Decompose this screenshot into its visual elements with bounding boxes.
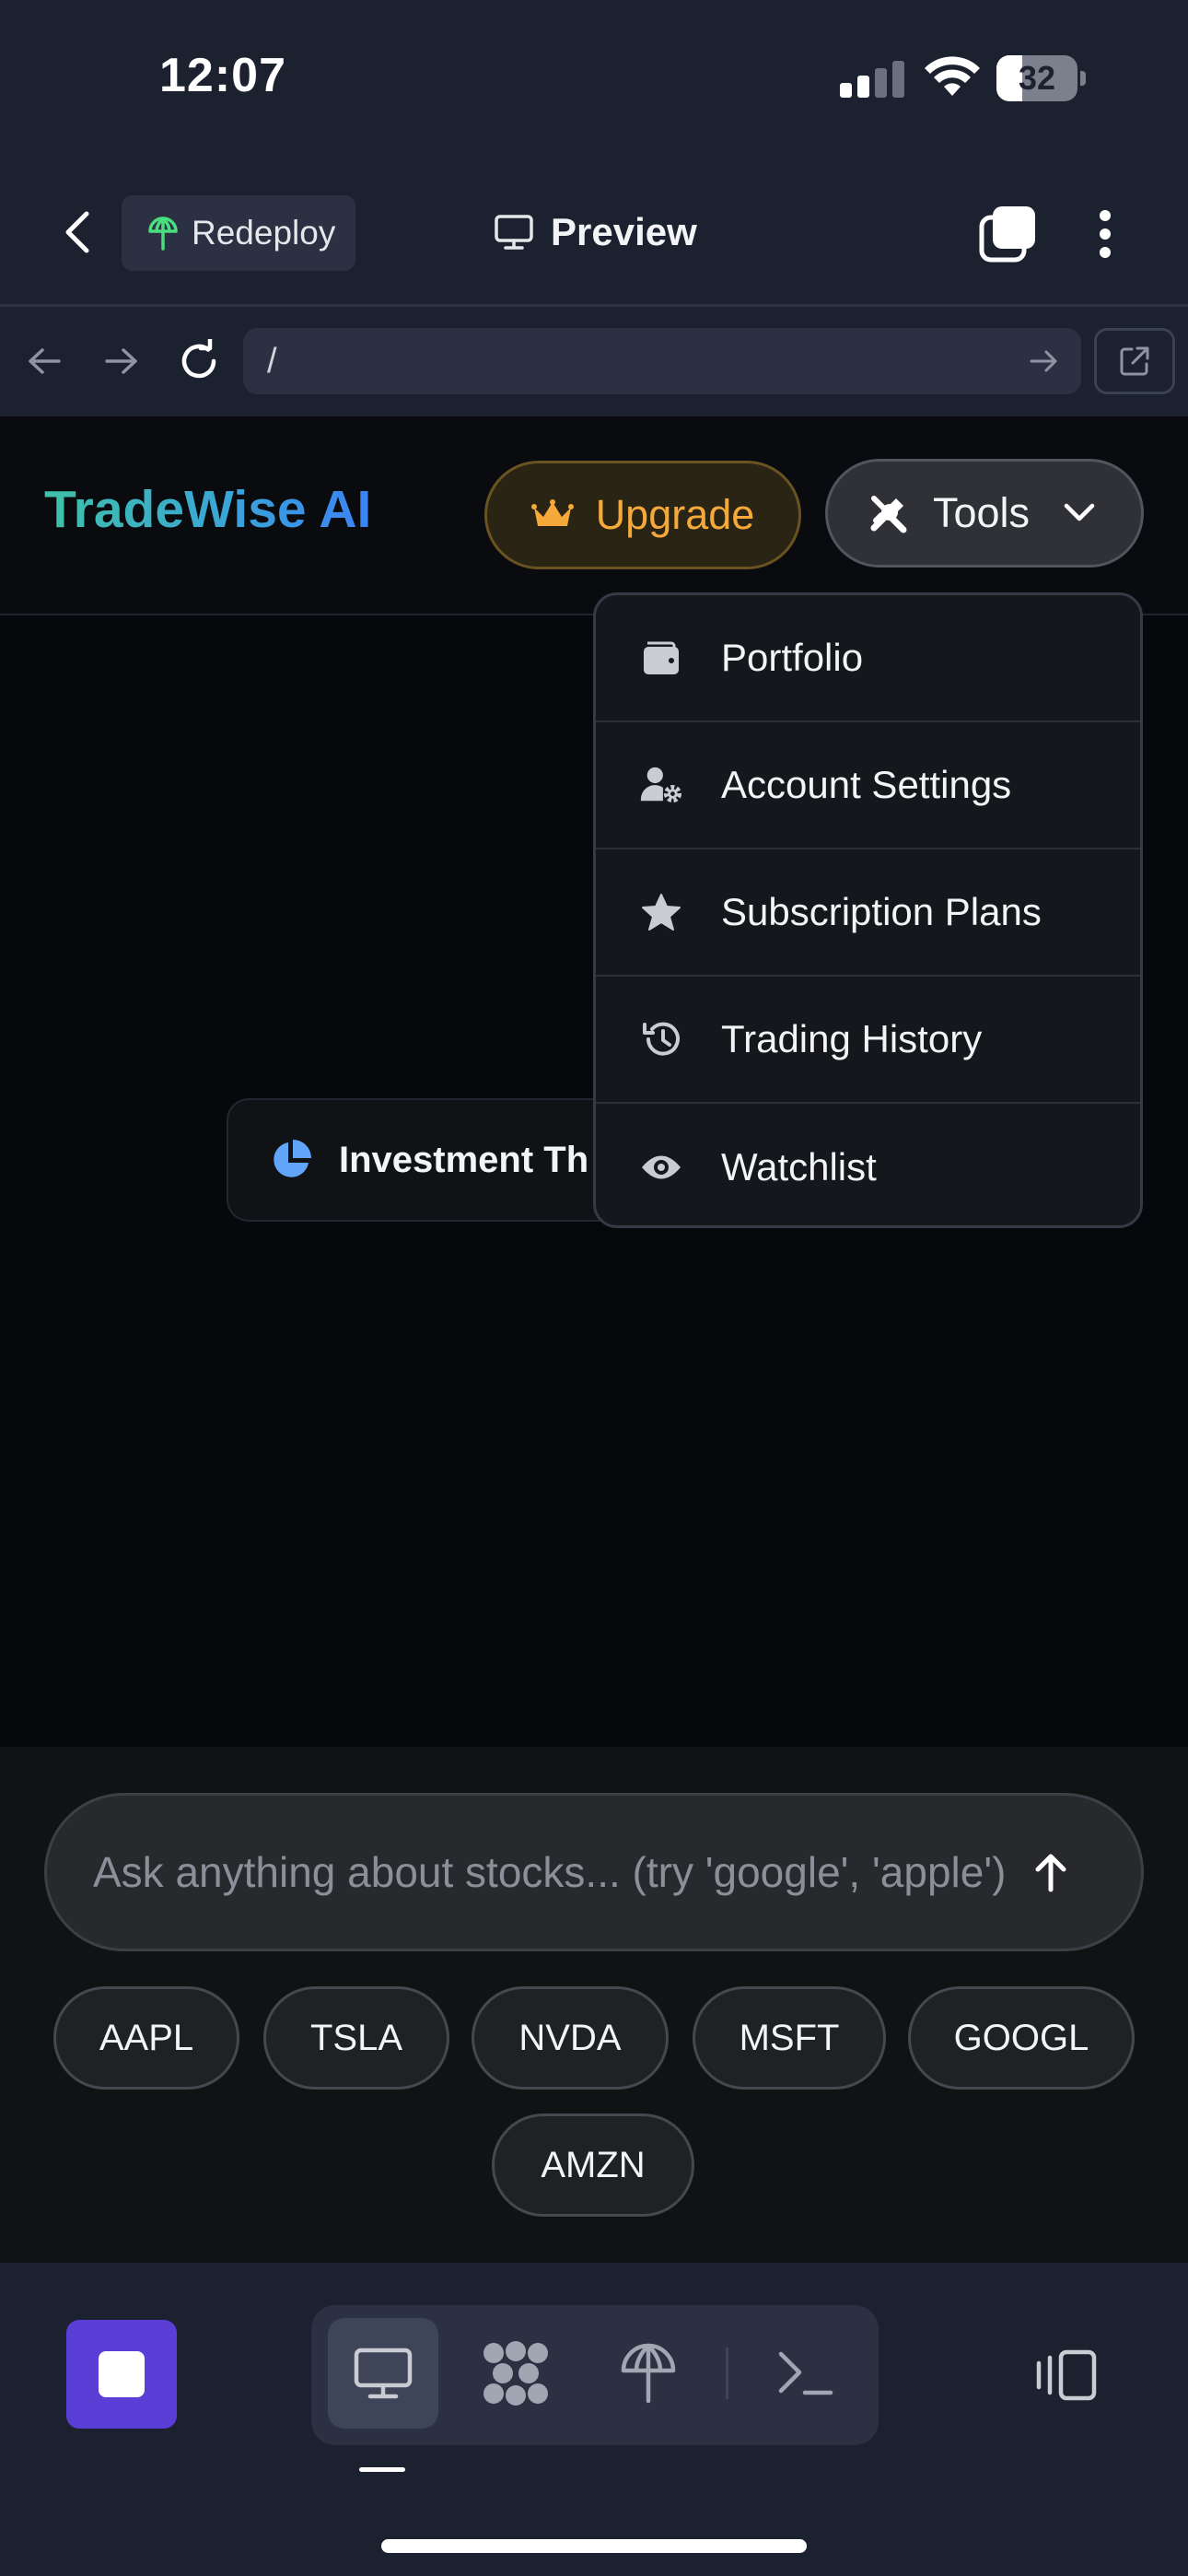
chat-input-container [44, 1793, 1144, 1951]
menu-item-label: Account Settings [721, 763, 1012, 806]
ticker-chip-googl[interactable]: GOOGL [908, 1986, 1135, 2090]
menu-item-label: Portfolio [721, 636, 864, 679]
menu-item-account-settings[interactable]: Account Settings [596, 722, 1140, 849]
chat-input[interactable] [93, 1796, 1023, 1949]
go-arrow-icon[interactable] [1028, 345, 1061, 378]
menu-item-subscription-plans[interactable]: Subscription Plans [596, 849, 1140, 977]
menu-item-label: Watchlist [721, 1145, 877, 1188]
ticker-chip-amzn[interactable]: AMZN [492, 2113, 694, 2217]
stop-button[interactable] [66, 2320, 177, 2429]
arrow-left-icon [29, 348, 61, 374]
tools-dropdown-menu: Portfolio Account Settings Subscription … [593, 592, 1143, 1228]
deployments-panel-button[interactable] [593, 2318, 704, 2429]
status-time: 12:07 [159, 49, 286, 102]
user-gear-icon [640, 764, 682, 806]
monitor-icon [354, 2348, 413, 2399]
ticker-chip-tsla[interactable]: TSLA [263, 1986, 449, 2090]
redeploy-button[interactable]: Redeploy [122, 195, 355, 271]
ticker-chip-nvda[interactable]: NVDA [472, 1986, 669, 2090]
deploy-icon [148, 217, 178, 251]
browser-reload-button[interactable] [171, 334, 227, 389]
preview-panel-button[interactable] [328, 2318, 438, 2429]
tools-icon [870, 496, 907, 533]
home-indicator [381, 2539, 807, 2553]
battery-indicator: 32 [996, 55, 1086, 101]
pie-chart-icon [274, 1140, 311, 1177]
star-icon [640, 891, 682, 933]
upgrade-label: Upgrade [595, 491, 755, 538]
crown-icon [530, 499, 574, 526]
brand-logo-text[interactable]: TradeWise AI [44, 479, 371, 540]
open-external-button[interactable] [1094, 328, 1175, 394]
wallet-icon [640, 637, 682, 679]
tools-dropdown-button[interactable]: Tools [825, 459, 1144, 568]
active-panel-indicator [359, 2467, 405, 2472]
workflows-panel-button[interactable] [460, 2318, 571, 2429]
browser-forward-button[interactable] [94, 334, 149, 389]
url-text: / [267, 341, 277, 381]
split-view-button[interactable] [1030, 2346, 1103, 2405]
menu-item-watchlist[interactable]: Watchlist [596, 1104, 1140, 1225]
shell-panel-button[interactable] [750, 2318, 860, 2429]
deploy-icon [621, 2343, 676, 2404]
arrow-right-icon [105, 348, 137, 374]
ticker-chip-msft[interactable]: MSFT [693, 1986, 886, 2090]
more-options-icon[interactable] [1087, 206, 1124, 262]
menu-item-label: Trading History [721, 1017, 983, 1060]
browser-back-button[interactable] [17, 334, 72, 389]
redeploy-label: Redeploy [192, 214, 336, 252]
battery-percent: 32 [1018, 59, 1056, 97]
preview-label: Preview [551, 210, 697, 253]
history-icon [640, 1018, 682, 1060]
back-button[interactable] [53, 205, 101, 260]
chevron-down-icon [1064, 503, 1095, 521]
cellular-signal-icon [840, 61, 904, 98]
split-view-icon [1036, 2349, 1097, 2401]
preview-tab-title: Preview [494, 205, 697, 260]
menu-item-portfolio[interactable]: Portfolio [596, 595, 1140, 722]
arrow-up-icon [1035, 1854, 1066, 1892]
tabs-icon[interactable] [978, 205, 1037, 263]
upgrade-button[interactable]: Upgrade [484, 461, 801, 569]
toolbar-separator [726, 2348, 728, 2399]
send-button[interactable] [1027, 1849, 1075, 1897]
ticker-chip-aapl[interactable]: AAPL [53, 1986, 239, 2090]
tools-label: Tools [933, 489, 1031, 536]
header-divider [0, 304, 1188, 307]
menu-item-trading-history[interactable]: Trading History [596, 977, 1140, 1104]
stop-icon [99, 2351, 145, 2397]
terminal-icon [778, 2351, 833, 2395]
monitor-icon [495, 215, 533, 250]
external-link-icon [1120, 346, 1149, 376]
wifi-icon [925, 56, 980, 96]
menu-item-label: Subscription Plans [721, 890, 1042, 933]
investment-chip-label: Investment Th [339, 1139, 589, 1180]
cluster-icon [483, 2341, 548, 2406]
url-bar[interactable]: / [243, 328, 1081, 394]
eye-icon [640, 1146, 682, 1188]
chevron-left-icon [65, 211, 89, 253]
reload-icon [181, 339, 216, 379]
